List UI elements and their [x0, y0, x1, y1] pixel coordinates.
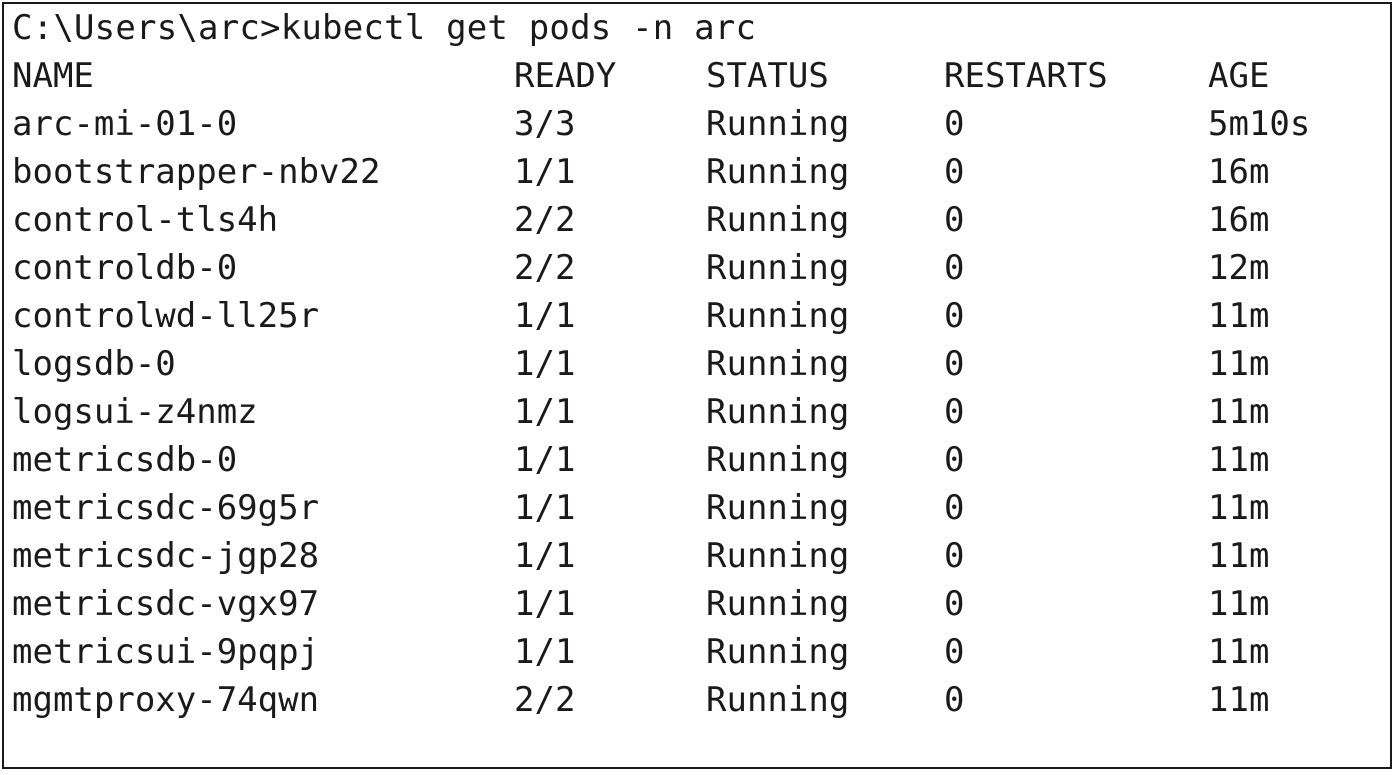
terminal-window[interactable]: C:\Users\arc>kubectl get pods -n arc NAM… [2, 2, 1392, 769]
pod-age: 12m [1208, 248, 1270, 288]
pod-restarts: 0 [944, 248, 965, 288]
pod-ready: 1/1 [514, 584, 576, 624]
pod-status: Running [706, 488, 850, 528]
pod-status: Running [706, 152, 850, 192]
table-row: metricsdc-jgp28 1/1 Running 0 11m [12, 532, 1386, 580]
pod-restarts: 0 [944, 536, 965, 576]
pod-age: 11m [1208, 344, 1270, 384]
pod-age: 5m10s [1208, 104, 1311, 144]
header-restarts: RESTARTS [944, 56, 1108, 96]
pod-status: Running [706, 584, 850, 624]
pod-name: arc-mi-01-0 [12, 104, 238, 144]
header-age: AGE [1208, 56, 1270, 96]
command-line: C:\Users\arc>kubectl get pods -n arc [12, 4, 1386, 52]
pod-name: control-tls4h [12, 200, 279, 240]
pod-status: Running [706, 392, 850, 432]
pod-ready: 3/3 [514, 104, 576, 144]
pod-age: 11m [1208, 296, 1270, 336]
header-status: STATUS [706, 56, 829, 96]
pod-name: logsdb-0 [12, 344, 176, 384]
pod-restarts: 0 [944, 392, 965, 432]
pod-ready: 2/2 [514, 200, 576, 240]
pod-age: 11m [1208, 488, 1270, 528]
pod-ready: 1/1 [514, 152, 576, 192]
pod-ready: 1/1 [514, 632, 576, 672]
pod-ready: 1/1 [514, 392, 576, 432]
table-row: mgmtproxy-74qwn 2/2 Running 0 11m [12, 676, 1386, 724]
pod-status: Running [706, 104, 850, 144]
pod-status: Running [706, 632, 850, 672]
pod-restarts: 0 [944, 440, 965, 480]
table-row: metricsdb-0 1/1 Running 0 11m [12, 436, 1386, 484]
table-row: logsdb-0 1/1 Running 0 11m [12, 340, 1386, 388]
prompt: C:\Users\arc> [12, 8, 281, 48]
command-text: kubectl get pods -n arc [280, 8, 757, 48]
header-ready: READY [514, 56, 617, 96]
pod-restarts: 0 [944, 584, 965, 624]
pod-name: bootstrapper-nbv22 [12, 152, 381, 192]
pod-age: 16m [1208, 152, 1270, 192]
pod-restarts: 0 [944, 296, 965, 336]
table-row: logsui-z4nmz 1/1 Running 0 11m [12, 388, 1386, 436]
pod-status: Running [706, 440, 850, 480]
pod-restarts: 0 [944, 632, 965, 672]
pod-restarts: 0 [944, 104, 965, 144]
pod-ready: 1/1 [514, 488, 576, 528]
pod-list: arc-mi-01-0 3/3 Running 0 5m10s bootstrapper-… [12, 100, 1386, 724]
pod-age: 16m [1208, 200, 1270, 240]
pod-age: 11m [1208, 440, 1270, 480]
pod-ready: 1/1 [514, 296, 576, 336]
header-name: NAME [12, 56, 94, 96]
pod-status: Running [706, 200, 850, 240]
table-header-row: NAME READY STATUS RESTARTS AGE [12, 52, 1386, 100]
pod-name: metricsdc-jgp28 [12, 536, 320, 576]
table-row: controldb-0 2/2 Running 0 12m [12, 244, 1386, 292]
pod-name: mgmtproxy-74qwn [12, 680, 320, 720]
pod-age: 11m [1208, 584, 1270, 624]
pod-restarts: 0 [944, 344, 965, 384]
table-row: arc-mi-01-0 3/3 Running 0 5m10s [12, 100, 1386, 148]
pod-status: Running [706, 296, 850, 336]
table-row: metricsdc-vgx97 1/1 Running 0 11m [12, 580, 1386, 628]
pod-ready: 1/1 [514, 536, 576, 576]
pod-age: 11m [1208, 536, 1270, 576]
pod-status: Running [706, 680, 850, 720]
table-row: bootstrapper-nbv22 1/1 Running 0 16m [12, 148, 1386, 196]
pod-ready: 2/2 [514, 248, 576, 288]
pod-age: 11m [1208, 680, 1270, 720]
pod-name: controldb-0 [12, 248, 238, 288]
terminal-output: C:\Users\arc>kubectl get pods -n arc NAM… [12, 4, 1386, 767]
table-row: metricsdc-69g5r 1/1 Running 0 11m [12, 484, 1386, 532]
pod-restarts: 0 [944, 152, 965, 192]
pod-status: Running [706, 344, 850, 384]
pod-restarts: 0 [944, 200, 965, 240]
pod-name: metricsdc-69g5r [12, 488, 320, 528]
pod-age: 11m [1208, 632, 1270, 672]
pod-age: 11m [1208, 392, 1270, 432]
pod-name: logsui-z4nmz [12, 392, 258, 432]
pod-status: Running [706, 536, 850, 576]
pod-ready: 1/1 [514, 440, 576, 480]
pod-restarts: 0 [944, 680, 965, 720]
pod-name: metricsdb-0 [12, 440, 238, 480]
pod-ready: 1/1 [514, 344, 576, 384]
table-row: control-tls4h 2/2 Running 0 16m [12, 196, 1386, 244]
pod-name: controlwd-ll25r [12, 296, 320, 336]
pod-name: metricsdc-vgx97 [12, 584, 320, 624]
pod-status: Running [706, 248, 850, 288]
pod-ready: 2/2 [514, 680, 576, 720]
table-row: controlwd-ll25r 1/1 Running 0 11m [12, 292, 1386, 340]
pod-restarts: 0 [944, 488, 965, 528]
table-row: metricsui-9pqpj 1/1 Running 0 11m [12, 628, 1386, 676]
pod-name: metricsui-9pqpj [12, 632, 320, 672]
